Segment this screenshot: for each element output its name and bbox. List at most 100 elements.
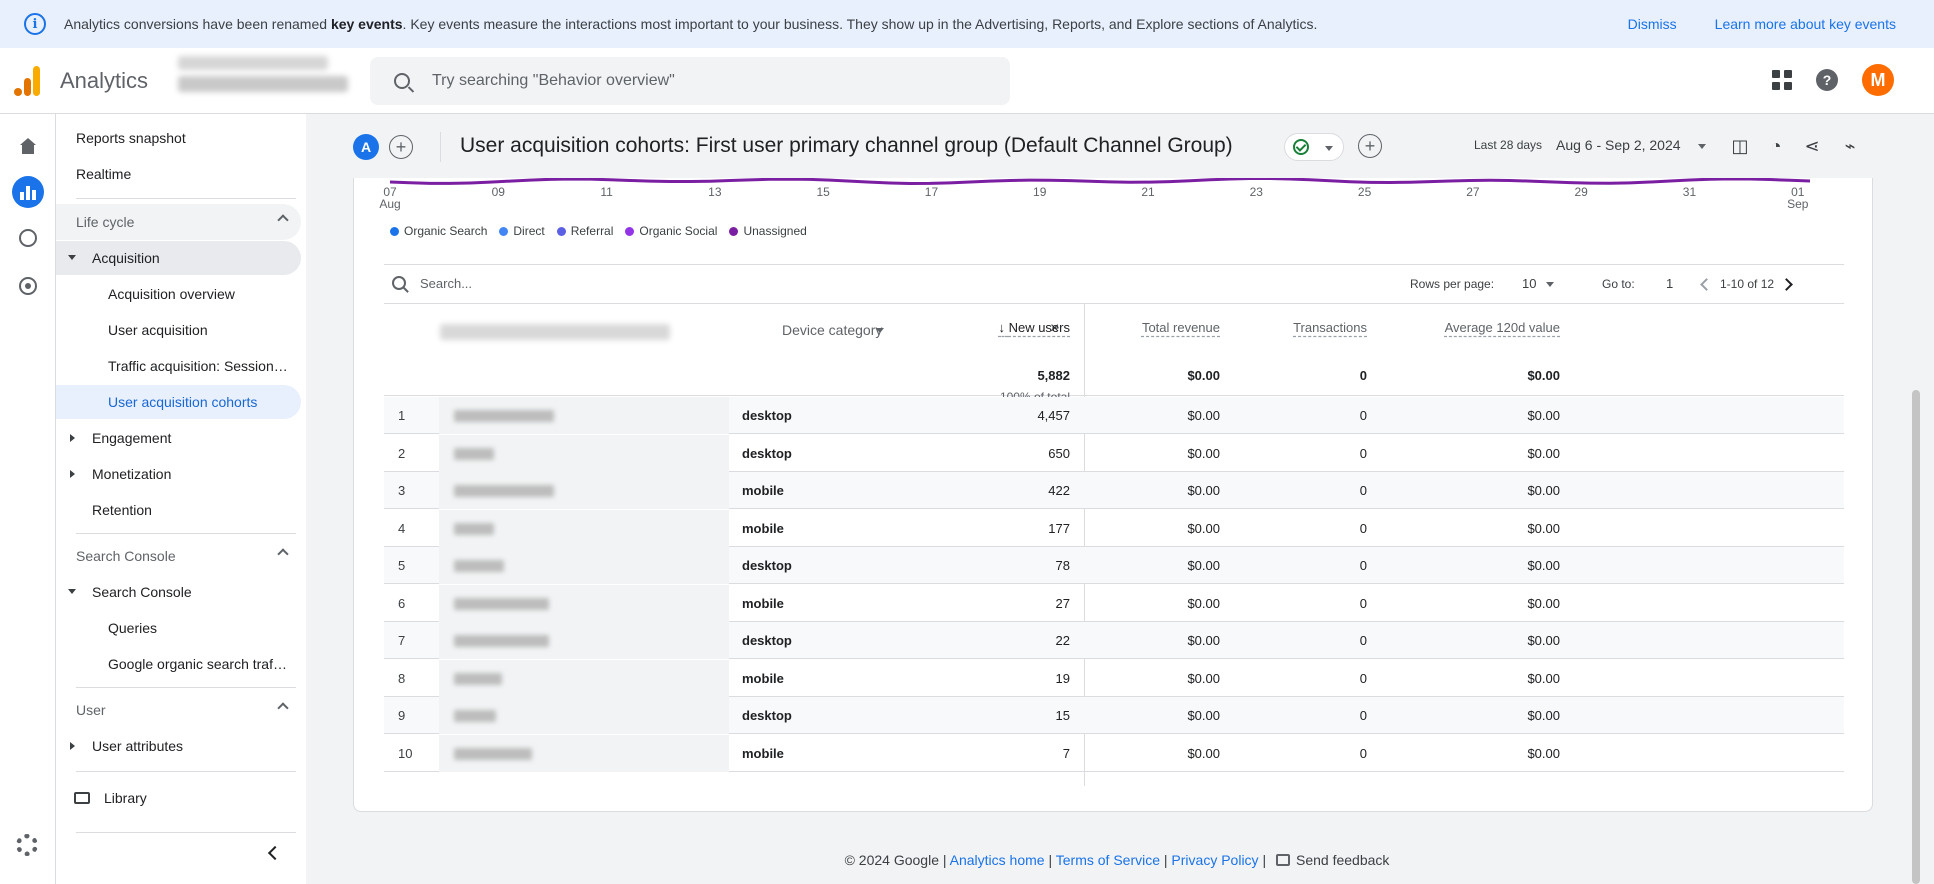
- nav-reports-snapshot[interactable]: Reports snapshot: [76, 121, 186, 155]
- analytics-home-link[interactable]: Analytics home: [950, 852, 1045, 868]
- table-row[interactable]: 10 mobile 7 $0.00 0 $0.00: [384, 734, 1844, 772]
- nav-group-engagement[interactable]: Engagement: [56, 421, 301, 455]
- total-revenue-cell: $0.00: [1187, 745, 1220, 761]
- legend-item[interactable]: Direct: [499, 224, 545, 238]
- table-row[interactable]: 8 mobile 19 $0.00 0 $0.00: [384, 659, 1844, 697]
- home-icon[interactable]: [12, 130, 44, 162]
- table-row[interactable]: 4 mobile 177 $0.00 0 $0.00: [384, 509, 1844, 547]
- advertising-icon[interactable]: [12, 270, 44, 302]
- row-number: 2: [398, 445, 406, 461]
- report-status-dropdown[interactable]: [1284, 133, 1344, 161]
- app-title: Analytics: [60, 68, 149, 93]
- nav-section-search-console[interactable]: Search Console: [56, 538, 301, 574]
- transactions-column-header[interactable]: Transactions: [1293, 320, 1367, 335]
- apps-grid-icon[interactable]: [1772, 70, 1792, 90]
- footer: © 2024 Google | Analytics home | Terms o…: [0, 852, 1934, 868]
- legend-item[interactable]: Referral: [556, 224, 614, 238]
- nav-queries[interactable]: Queries: [108, 611, 157, 645]
- new-users-cell: 7: [1062, 745, 1070, 761]
- nav-traffic-acquisition[interactable]: Traffic acquisition: Session…: [108, 349, 288, 383]
- nav-section-user[interactable]: User: [56, 692, 301, 728]
- terms-link[interactable]: Terms of Service: [1056, 852, 1160, 868]
- comparison-avatar[interactable]: A: [353, 134, 379, 160]
- search-icon: [392, 276, 406, 290]
- new-users-cell: 650: [1048, 445, 1070, 461]
- side-nav: Reports snapshot Realtime Life cycle Acq…: [56, 114, 306, 884]
- insights-icon[interactable]: ⌁: [1840, 136, 1860, 156]
- privacy-link[interactable]: Privacy Policy: [1171, 852, 1258, 868]
- scrollbar[interactable]: [1912, 390, 1920, 884]
- compare-columns-icon[interactable]: ◫: [1730, 136, 1750, 156]
- reports-icon[interactable]: [12, 176, 44, 208]
- goto-input[interactable]: 1: [1666, 276, 1673, 291]
- chevron-up-icon: [277, 702, 289, 714]
- primary-dimension-header[interactable]: [440, 324, 670, 340]
- average-120d-value-cell: $0.00: [1527, 745, 1560, 761]
- table-search-input[interactable]: Search...: [420, 276, 472, 291]
- average-120d-value-cell: $0.00: [1527, 633, 1560, 648]
- nav-acquisition-overview[interactable]: Acquisition overview: [108, 277, 235, 311]
- new-users-cell: 19: [1055, 670, 1070, 686]
- table-row[interactable]: 9 desktop 15 $0.00 0 $0.00: [384, 697, 1844, 734]
- nav-group-monetization[interactable]: Monetization: [56, 457, 301, 491]
- nav-group-user-attributes[interactable]: User attributes: [56, 729, 301, 763]
- channel-group-redacted: [454, 672, 502, 685]
- channel-group-redacted: [454, 710, 496, 722]
- analytics-logo-icon[interactable]: [14, 66, 42, 96]
- table-row[interactable]: 6 mobile 27 $0.00 0 $0.00: [384, 584, 1844, 622]
- add-comparison-icon[interactable]: +: [389, 135, 413, 159]
- transactions-cell: 0: [1359, 483, 1367, 498]
- rows-caret-icon[interactable]: [1546, 282, 1554, 287]
- info-icon: i: [24, 13, 46, 35]
- add-filter-icon[interactable]: +: [1358, 134, 1382, 158]
- send-feedback-button[interactable]: Send feedback: [1296, 852, 1389, 868]
- search-input[interactable]: Try searching "Behavior overview": [370, 57, 1010, 105]
- insights-trend-icon[interactable]: ◔: [1766, 136, 1786, 156]
- new-users-cell: 27: [1055, 595, 1070, 611]
- nav-user-acquisition[interactable]: User acquisition: [108, 313, 208, 347]
- table-row[interactable]: 3 mobile 422 $0.00 0 $0.00: [384, 472, 1844, 509]
- nav-group-search-console[interactable]: Search Console: [56, 575, 301, 609]
- nav-library[interactable]: Library: [74, 781, 147, 815]
- legend-item[interactable]: Organic Social: [625, 224, 717, 238]
- prev-page-icon[interactable]: [1700, 278, 1713, 291]
- transactions-cell: 0: [1359, 445, 1367, 461]
- dimension-caret-icon[interactable]: [876, 328, 884, 333]
- device-category-header[interactable]: Device category: [782, 322, 882, 338]
- help-icon[interactable]: ?: [1816, 69, 1838, 91]
- nav-group-acquisition[interactable]: Acquisition: [56, 241, 301, 275]
- total-revenue-column-header[interactable]: Total revenue: [1142, 320, 1220, 335]
- date-caret-icon[interactable]: [1698, 144, 1706, 149]
- folder-icon: [74, 792, 90, 804]
- table-row[interactable]: 5 desktop 78 $0.00 0 $0.00: [384, 547, 1844, 584]
- new-users-column-header[interactable]: ↓ New users: [998, 320, 1070, 335]
- nav-google-organic-search[interactable]: Google organic search traf…: [108, 647, 287, 681]
- x-axis-tick-day: 11: [600, 185, 613, 199]
- nav-section-lifecycle[interactable]: Life cycle: [56, 204, 301, 240]
- legend-label: Direct: [513, 224, 545, 238]
- next-page-icon[interactable]: [1780, 278, 1793, 291]
- legend-item[interactable]: Organic Search: [390, 224, 487, 238]
- dismiss-button[interactable]: Dismiss: [1628, 16, 1677, 32]
- x-axis-tick-day: 09: [491, 185, 505, 199]
- nav-section-label: User: [76, 702, 106, 718]
- rows-per-page-select[interactable]: 10: [1522, 276, 1536, 291]
- table-row[interactable]: 7 desktop 22 $0.00 0 $0.00: [384, 622, 1844, 659]
- nav-user-acquisition-cohorts[interactable]: User acquisition cohorts: [56, 385, 301, 419]
- table-row[interactable]: 1 desktop 4,457 $0.00 0 $0.00: [384, 397, 1844, 434]
- average-120d-value-column-header[interactable]: Average 120d value: [1445, 320, 1560, 335]
- explore-icon[interactable]: [12, 222, 44, 254]
- total-revenue-cell: $0.00: [1187, 670, 1220, 686]
- learn-more-link[interactable]: Learn more about key events: [1715, 16, 1896, 32]
- legend-item[interactable]: Unassigned: [729, 224, 807, 238]
- account-avatar[interactable]: M: [1862, 64, 1894, 96]
- nav-retention[interactable]: Retention: [56, 493, 301, 527]
- device-category-cell: mobile: [742, 745, 784, 761]
- table-row[interactable]: 2 desktop 650 $0.00 0 $0.00: [384, 434, 1844, 472]
- date-range-picker[interactable]: Aug 6 - Sep 2, 2024: [1556, 137, 1681, 153]
- nav-realtime[interactable]: Realtime: [76, 157, 131, 191]
- x-axis-tick: 25: [1350, 186, 1380, 198]
- channel-group-redacted: [454, 522, 494, 535]
- legend-label: Referral: [570, 224, 614, 238]
- share-icon[interactable]: ⋖: [1802, 136, 1822, 156]
